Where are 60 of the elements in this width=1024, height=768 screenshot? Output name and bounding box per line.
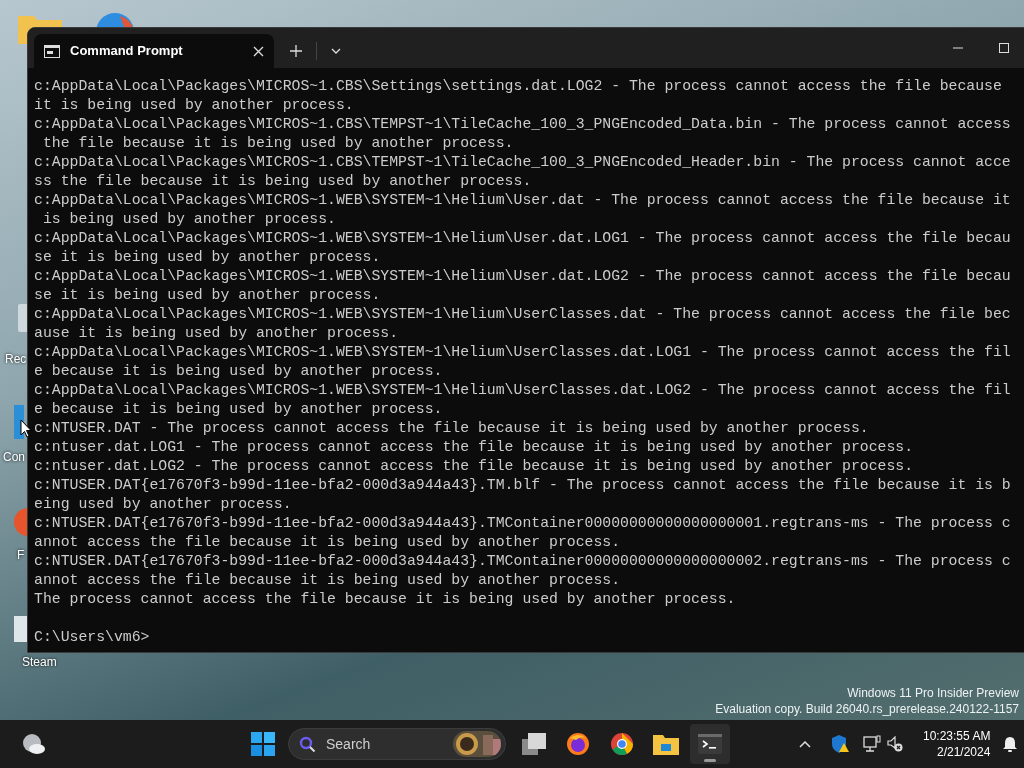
volume-muted-icon[interactable]	[887, 736, 903, 752]
app-icon	[14, 505, 28, 539]
console-line: c:AppData\Local\Packages\MICROS~1.WEB\SYSTEM~1\Helium\User.dat.LOG2 - The process cannot access the file becau	[34, 267, 1011, 286]
clock-time: 10:23:55 AM	[923, 728, 991, 744]
search-icon	[299, 735, 316, 753]
console-line: c:NTUSER.DAT{e17670f3-b99d-11ee-bfa2-000d3a944a43}.TMContainer00000000000000000001.regtrans-ms - The process c	[34, 514, 1011, 533]
console-line: c:AppData\Local\Packages\MICROS~1.CBS\TEMPST~1\TileCache_100_3_PNGEncoded_Header.bin - The process cannot acce	[34, 153, 1011, 172]
console-line: c:AppData\Local\Packages\MICROS~1.WEB\SYSTEM~1\Helium\UserClasses.dat - The process cannot access the file bec	[34, 305, 1011, 324]
console-line: c:ntuser.dat.LOG2 - The process cannot access the file because it is being used by another process.	[34, 457, 914, 476]
console-line: c:AppData\Local\Packages\MICROS~1.WEB\SYSTEM~1\Helium\UserClasses.dat.LOG2 - The process cannot access the fil	[34, 381, 1011, 400]
start-icon[interactable]	[251, 732, 275, 756]
clock[interactable]: 10:23:55 AM 2/21/2024	[923, 728, 991, 760]
build-info-text: Evaluation copy. Build 26040.rs_prerelease.240122-1157	[715, 701, 1019, 717]
console-line: is being used by another process.	[41, 210, 336, 229]
taskbar-app[interactable]	[690, 724, 730, 764]
console-line: the file because it is being used by another process.	[41, 134, 514, 153]
console-line: ause it is being used by another process.	[34, 324, 399, 343]
terminal-icon	[698, 734, 722, 754]
maximize-icon[interactable]	[999, 43, 1009, 53]
console-line: c:AppData\Local\Packages\MICROS~1.WEB\SYSTEM~1\Helium\UserClasses.dat.LOG1 - The process cannot access the fil	[34, 343, 1011, 362]
console-icon	[44, 44, 60, 58]
tab-title: Command Prompt	[70, 42, 184, 61]
desktop-icon-label[interactable]: F	[17, 548, 25, 562]
console-line: c:AppData\Local\Packages\MICROS~1.WEB\SYSTEM~1\Helium\User.dat - The process cannot access the file because it	[34, 191, 1011, 210]
chevron-up-icon[interactable]	[799, 740, 811, 748]
clock-date: 2/21/2024	[937, 744, 991, 760]
console-line: se it is being used by another process.	[34, 286, 381, 305]
plus-icon[interactable]	[290, 45, 302, 57]
console-line: annot access the file because it is being used by another process.	[34, 533, 621, 552]
console-line: c:AppData\Local\Packages\MICROS~1.WEB\SYSTEM~1\Helium\User.dat.LOG1 - The process cannot access the file becau	[34, 229, 1011, 248]
console-line: eing used by another process.	[34, 495, 292, 514]
task-view-icon	[522, 733, 546, 755]
firefox-icon	[566, 732, 590, 756]
console-line: se it is being used by another process.	[34, 248, 381, 267]
close-icon[interactable]	[253, 45, 264, 57]
console-line: ss the file because it is being used by another process.	[34, 172, 532, 191]
desktop-icon-label[interactable]: Steam	[22, 655, 57, 669]
chevron-down-icon[interactable]	[331, 48, 341, 54]
bell-icon[interactable]	[1002, 735, 1019, 753]
weather-icon[interactable]	[22, 733, 46, 755]
folder-icon	[653, 733, 679, 755]
search-placeholder: Search	[326, 734, 372, 754]
console-line: e because it is being used by another process.	[34, 400, 443, 419]
console-line: c:AppData\Local\Packages\MICROS~1.CBS\TEMPST~1\TileCache_100_3_PNGEncoded_Data.bin - The process cannot access	[34, 115, 1011, 134]
command-prompt[interactable]: C:\Users\vm6>	[34, 628, 150, 647]
console-line: annot access the file because it is being used by another process.	[34, 571, 621, 590]
console-line: c:AppData\Local\Packages\MICROS~1.CBS\Settings\settings.dat.LOG2 - The process cannot access the file because	[34, 77, 1002, 96]
console-line: it is being used by another process.	[34, 96, 354, 115]
build-info-text: Windows 11 Pro Insider Preview	[847, 685, 1019, 701]
network-icon[interactable]	[863, 735, 881, 753]
console-line: c:ntuser.dat.LOG1 - The process cannot access the file because it is being used by another process.	[34, 438, 914, 457]
chrome-icon	[610, 732, 634, 756]
terminal-tab[interactable]: Command Prompt	[34, 34, 274, 68]
console-line: c:NTUSER.DAT{e17670f3-b99d-11ee-bfa2-000d3a944a43}.TMContainer00000000000000000002.regtrans-ms - The process c	[34, 552, 1011, 571]
console-line: c:NTUSER.DAT - The process cannot access the file because it is being used by another process.	[34, 419, 869, 438]
console-line: e because it is being used by another process.	[34, 362, 443, 381]
console-line: The process cannot access the file because it is being used by another process.	[34, 590, 736, 609]
console-line: c:NTUSER.DAT{e17670f3-b99d-11ee-bfa2-000d3a944a43}.TM.blf - The process cannot access the file because it is b	[34, 476, 1011, 495]
shield-warning-icon[interactable]	[831, 735, 849, 753]
search-field[interactable]: Search	[288, 728, 506, 760]
